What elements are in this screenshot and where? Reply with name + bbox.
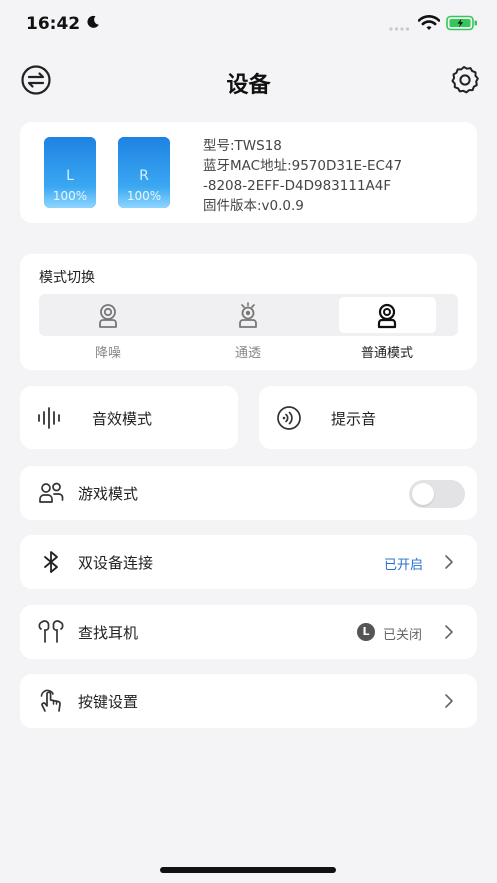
find-earphone-label: 查找耳机 (78, 624, 139, 642)
page-title: 设备 (226, 73, 271, 98)
mode-option-normal[interactable]: 普通模式 (337, 342, 437, 361)
transparency-icon[interactable] (234, 301, 262, 329)
toggle-knob (412, 483, 434, 505)
prompt-tone-label: 提示音 (331, 410, 377, 428)
dual-device-status: 已开启 (384, 558, 424, 573)
chevron-right-icon (445, 625, 453, 639)
device-model: 型号:TWS18 (203, 138, 282, 154)
bluetooth-icon (44, 551, 58, 573)
mode-option-anc[interactable]: 降噪 (58, 342, 158, 361)
left-battery-percent: 100% (52, 189, 88, 203)
sound-effect-label: 音效模式 (92, 410, 153, 428)
dual-device-row[interactable]: 双设备连接 已开启 (20, 535, 477, 589)
chevron-right-icon (445, 694, 453, 708)
prompt-tone-button[interactable]: 提示音 (259, 386, 477, 449)
key-settings-label: 按键设置 (78, 693, 139, 711)
device-info-card: L 100% R 100% 型号:TWS18 蓝牙MAC地址:9570D31E-… (20, 122, 477, 223)
right-battery-percent: 100% (126, 189, 162, 203)
gear-icon[interactable] (448, 63, 482, 97)
sound-effect-button[interactable]: 音效模式 (20, 386, 238, 449)
sound-wave-icon (277, 406, 301, 430)
game-mode-label: 游戏模式 (78, 485, 139, 503)
device-mac-line-2: -8208-2EFF-D4D983111A4F (203, 178, 392, 194)
key-settings-row[interactable]: 按键设置 (20, 674, 477, 728)
left-earbud-badge: L (357, 623, 375, 641)
device-mac-line-1: 蓝牙MAC地址:9570D31E-EC47 (203, 158, 403, 174)
chevron-right-icon (445, 555, 453, 569)
device-details: 型号:TWS18 蓝牙MAC地址:9570D31E-EC47 -8208-2EF… (203, 136, 402, 216)
earbuds-icon (38, 620, 64, 643)
home-indicator (160, 867, 336, 873)
game-mode-toggle[interactable] (409, 480, 465, 508)
moon-icon (87, 15, 99, 28)
game-icon (39, 482, 64, 503)
nav-bar: 设备 (0, 55, 497, 103)
signal-icon (389, 27, 410, 31)
game-mode-row: 游戏模式 (20, 466, 477, 520)
wifi-icon (418, 15, 440, 30)
status-bar: 16:42 (0, 0, 497, 50)
normal-mode-icon[interactable] (373, 301, 401, 329)
mode-option-transparency[interactable]: 通透 (198, 342, 298, 361)
device-firmware: 固件版本:v0.0.9 (203, 198, 304, 214)
left-earbud-battery: L 100% (44, 137, 96, 208)
tap-icon (40, 689, 61, 712)
right-earbud-battery: R 100% (118, 137, 170, 208)
waveform-icon (38, 407, 60, 429)
find-earphone-row[interactable]: 查找耳机 L 已关闭 (20, 605, 477, 659)
dual-device-label: 双设备连接 (78, 554, 154, 572)
mode-switch-title: 模式切换 (39, 270, 95, 286)
left-earbud-letter: L (66, 168, 74, 184)
battery-icon (446, 15, 477, 31)
status-time: 16:42 (26, 14, 81, 34)
noise-cancel-icon[interactable] (94, 301, 122, 329)
right-earbud-letter: R (139, 168, 149, 184)
find-earphone-status: 已关闭 (383, 628, 423, 643)
mode-switch-card: 模式切换 降噪 通透 普通模式 (20, 254, 477, 370)
